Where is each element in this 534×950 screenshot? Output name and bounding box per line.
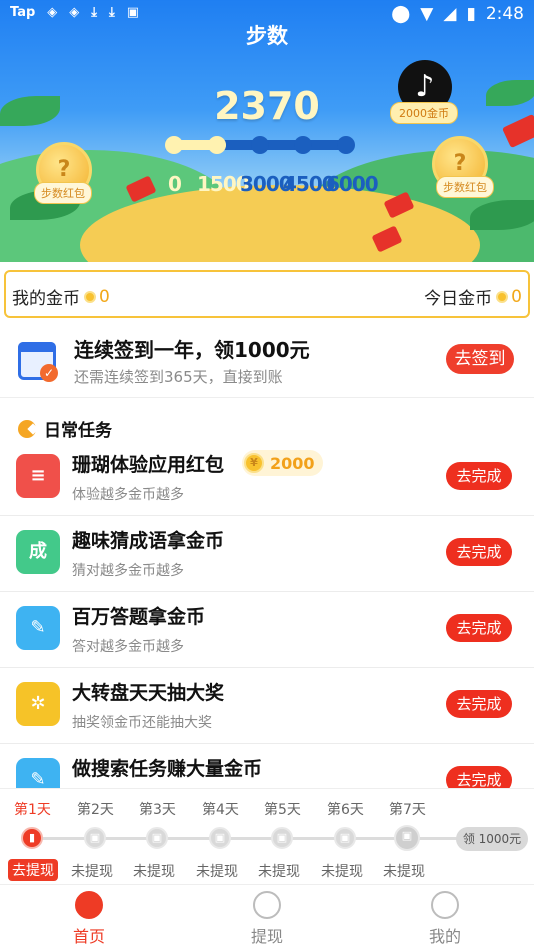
task-title: 珊瑚体验应用红包	[72, 454, 225, 476]
task-title: 做搜索任务赚大量金币	[72, 758, 263, 780]
nav-withdraw-label: 提现	[250, 927, 283, 946]
day-label: 第6天	[327, 802, 364, 818]
task-row[interactable]: ✲ 大转盘天天抽大奖 抽奖领金币还能抽大奖 去完成	[0, 668, 534, 744]
checkin-card: ✓ 连续签到一年，领1000元 还需连续签到365天，直接到账 去签到	[0, 324, 534, 398]
checkin-button[interactable]: 去签到	[446, 344, 514, 374]
step-redpacket-label[interactable]: 步数红包	[436, 176, 494, 198]
nav-profile-label: 我的	[428, 927, 461, 946]
day-label: 第4天	[202, 802, 239, 818]
task-title: 大转盘天天抽大奖	[72, 682, 225, 704]
coin-icon	[84, 290, 96, 303]
task-subtitle: 体验越多金币越多	[72, 487, 184, 503]
checkin-subtitle: 还需连续签到365天，直接到账	[74, 368, 283, 386]
step-milestone-dot	[294, 136, 312, 154]
task-reward-badge: ¥ 2000	[242, 450, 323, 476]
task-subtitle: 答对越多金币越多	[72, 639, 184, 655]
checkin-title: 连续签到一年，领1000元	[74, 338, 310, 362]
lock-icon: ▣	[334, 827, 356, 849]
idiom-book-icon: 成	[16, 530, 60, 574]
task-subtitle: 猜对越多金币越多	[72, 563, 184, 579]
day-label: 第1天	[14, 802, 51, 818]
my-coins-label: 我的金币	[12, 289, 80, 309]
money-bag-icon	[253, 891, 281, 919]
task-row[interactable]: 成 趣味猜成语拿金币 猜对越多金币越多 去完成	[0, 516, 534, 592]
pacman-icon	[18, 419, 36, 438]
day-label: 第5天	[264, 802, 301, 818]
withdraw-status: 未提现	[71, 864, 113, 880]
download-icon: ⤓	[91, 5, 98, 20]
home-icon	[75, 891, 103, 919]
step-milestone-dot	[337, 136, 355, 154]
coins-summary: 我的金币 0 今日金币 0	[4, 270, 530, 318]
withdraw-status: 未提现	[321, 864, 363, 880]
task-title: 百万答题拿金币	[72, 606, 206, 628]
step-redpacket-label[interactable]: 步数红包	[34, 182, 92, 204]
coin-icon: ¥	[244, 453, 264, 473]
step-milestone-label: 0	[168, 172, 182, 196]
check-icon: ✓	[40, 364, 58, 382]
lock-icon: ▣	[84, 827, 106, 849]
task-row[interactable]: ✎ 百万答题拿金币 答对越多金币越多 去完成	[0, 592, 534, 668]
news-icon: ▣	[126, 5, 140, 20]
lucky-wheel-icon: ✲	[16, 682, 60, 726]
nav-withdraw[interactable]: 提现	[212, 891, 322, 947]
unlocked-day-icon: ▮	[21, 827, 43, 849]
step-milestone-dot	[165, 136, 183, 154]
sync-icon: ◈	[69, 5, 80, 20]
withdraw-progress: 领 1000元 第1天 ▮ 去提现 第2天 ▣ 未提现 第3天 ▣ 未提现 第4天 ▣ 未提现 第5天 ▣…	[0, 788, 534, 884]
daily-tasks-heading: 日常任务	[18, 416, 112, 441]
nav-home[interactable]: 首页	[34, 891, 144, 947]
withdraw-now-button[interactable]: 去提现	[8, 859, 58, 881]
day-label: 第7天	[389, 802, 426, 818]
task-row[interactable]: ≡ 珊瑚体验应用红包 ¥ 2000 体验越多金币越多 去完成	[0, 440, 534, 516]
page-title: 步数	[246, 24, 288, 48]
bottom-nav: 首页 提现 我的	[0, 884, 534, 950]
my-coins-value: 0	[99, 286, 110, 307]
task-go-button[interactable]: 去完成	[446, 690, 512, 718]
lock-icon: ▣	[394, 825, 420, 851]
lock-icon: ▣	[146, 827, 168, 849]
red-envelope-icon: ≡	[16, 454, 60, 498]
tiktok-reward-label[interactable]: 2000金币	[390, 102, 458, 124]
withdraw-status: 未提现	[133, 864, 175, 880]
profile-icon	[431, 891, 459, 919]
step-milestone-dot	[208, 136, 226, 154]
day-label: 第3天	[139, 802, 176, 818]
daily-tasks-title: 日常任务	[44, 421, 112, 441]
lock-icon: ▣	[209, 827, 231, 849]
task-go-button[interactable]: 去完成	[446, 462, 512, 490]
download-icon: ⤓	[109, 5, 115, 20]
quiz-pencil-icon: ✎	[16, 606, 60, 650]
task-subtitle: 抽奖领金币还能抽大奖	[72, 715, 212, 731]
task-reward-value: 2000	[270, 453, 315, 473]
task-go-button[interactable]: 去完成	[446, 614, 512, 642]
step-milestone-label: 6000	[326, 172, 379, 196]
withdraw-status: 未提现	[383, 864, 425, 880]
nav-profile[interactable]: 我的	[390, 891, 500, 947]
lock-icon: ▣	[271, 827, 293, 849]
today-coins-value: 0	[511, 286, 522, 307]
coin-icon	[496, 290, 509, 303]
today-coins-label: 今日金币	[424, 289, 493, 309]
withdraw-status: 未提现	[196, 864, 238, 880]
withdraw-status: 未提现	[258, 864, 300, 880]
bonus-1000-pill[interactable]: 领 1000元	[456, 827, 528, 851]
day-label: 第2天	[77, 802, 114, 818]
task-go-button[interactable]: 去完成	[446, 538, 512, 566]
task-title: 趣味猜成语拿金币	[72, 530, 225, 552]
sync-icon: ◈	[47, 5, 58, 20]
hero-banner: Tap ◈ ◈ ⤓ ⤓ ▣ ⬤ ▼ ◢ ▮ 2:48 步数 2370 0 1500…	[0, 0, 534, 262]
step-milestone-dot	[251, 136, 269, 154]
tap-icon: Tap	[10, 5, 36, 20]
nav-home-label: 首页	[72, 927, 105, 946]
